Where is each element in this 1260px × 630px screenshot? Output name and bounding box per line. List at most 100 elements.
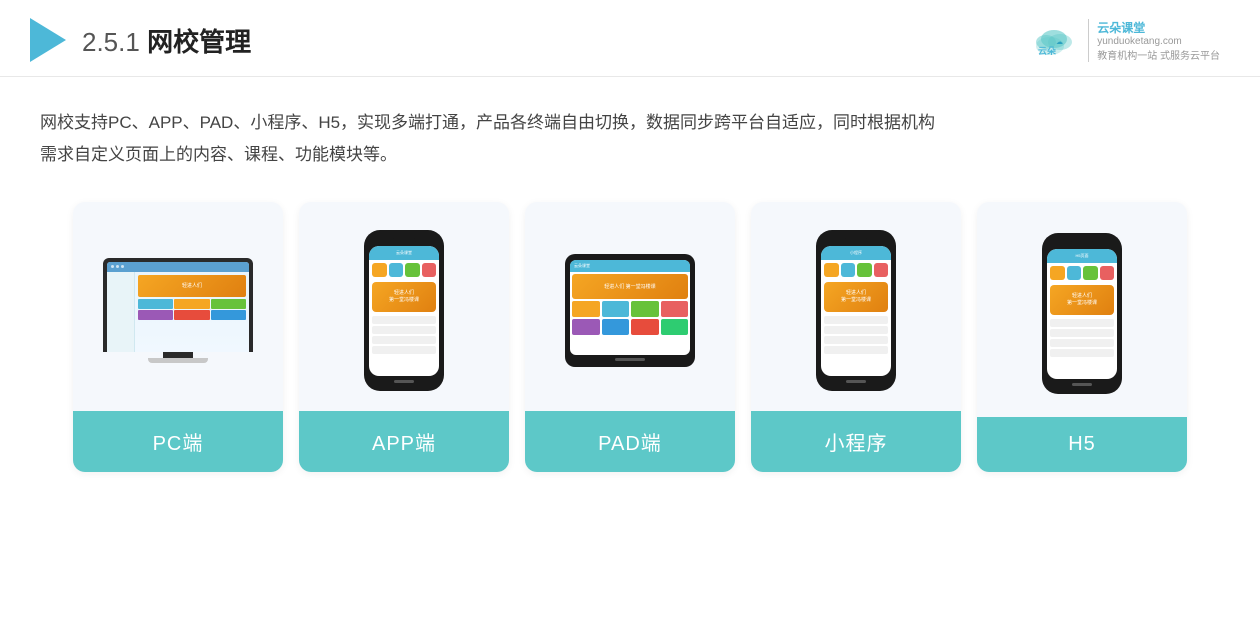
pc-grid [138,299,246,320]
pad-grid-item-8 [661,319,689,335]
app-phone-list [369,314,439,358]
h5-phone-list-item-2 [1050,329,1114,337]
mp-phone-list-item-2 [824,326,888,334]
app-card: 云朵课堂 轻进人们第一堂冯楼课 [299,202,509,472]
h5-phone-list-item-1 [1050,319,1114,327]
miniprogram-phone-screen-top-text: 小程序 [850,250,862,256]
pc-card-image: 轻进人们 [73,202,283,411]
pc-grid-item-6 [211,310,246,320]
h5-phone-banner-text: 轻进人们第一堂冯楼课 [1067,293,1097,307]
pad-grid-item-3 [631,301,659,317]
brand-domain: yunduoketang.com [1097,36,1220,47]
pc-card-label: PC端 [73,411,283,472]
mp-phone-list-item-3 [824,336,888,344]
description-line2: 需求自定义页面上的内容、课程、功能模块等。 [40,139,1220,171]
pad-banner-text: 轻进人们 第一堂冯楼课 [604,283,655,290]
pad-outer: 云朵课堂 轻进人们 第一堂冯楼课 [565,254,695,367]
h5-card: H5页面 轻进人们第一堂冯楼课 [977,202,1187,472]
h5-phone-home [1072,383,1092,386]
app-card-label: APP端 [299,411,509,472]
pc-stand [163,352,193,358]
pad-body: 轻进人们 第一堂冯楼课 [570,272,690,337]
mp-phone-icon-4 [874,263,889,277]
h5-phone-list-item-3 [1050,339,1114,347]
miniprogram-phone-banner-text: 轻进人们第一堂冯楼课 [841,290,871,304]
pad-home-bar [615,358,645,361]
description: 网校支持PC、APP、PAD、小程序、H5，实现多端打通，产品各终端自由切换，数… [40,107,1220,172]
mp-phone-icon-3 [857,263,872,277]
miniprogram-phone-banner: 轻进人们第一堂冯楼课 [824,282,888,312]
pad-screen-top: 云朵课堂 [570,260,690,272]
miniprogram-phone-screen: 小程序 轻进人们第一堂冯楼课 [821,246,891,376]
cards-row: 轻进人们 [40,202,1220,472]
miniprogram-card-image: 小程序 轻进人们第一堂冯楼课 [751,202,961,411]
app-phone-icon-2 [389,263,404,277]
pc-banner: 轻进人们 [138,275,246,297]
app-phone-banner-text: 轻进人们第一堂冯楼课 [389,290,419,304]
pc-grid-item-4 [138,310,173,320]
app-phone-screen: 云朵课堂 轻进人们第一堂冯楼课 [369,246,439,376]
h5-phone-screen-top: H5页面 [1047,249,1117,263]
app-phone-icons [369,260,439,280]
pad-grid-item-5 [572,319,600,335]
pad-grid-item-2 [602,301,630,317]
pad-mockup: 云朵课堂 轻进人们 第一堂冯楼课 [565,254,695,367]
pc-sidebar [107,272,135,352]
miniprogram-phone-mockup: 小程序 轻进人们第一堂冯楼课 [816,230,896,391]
page-title-number: 2.5.1 [82,27,140,57]
pc-base [148,358,208,363]
app-phone-list-item-4 [372,346,436,354]
miniprogram-phone-home [846,380,866,383]
pc-screen-inner: 轻进人们 [107,262,249,352]
pc-dot-1 [111,265,114,268]
brand-text-block: 云朵课堂 yunduoketang.com 教育机构一站 式服务云平台 [1088,19,1220,62]
app-phone-banner: 轻进人们第一堂冯楼课 [372,282,436,312]
h5-phone-icon-3 [1083,266,1098,280]
app-phone-list-item-1 [372,316,436,324]
brand-name: 云朵课堂 [1097,19,1220,36]
pc-grid-item-5 [174,310,209,320]
app-phone-outer: 云朵课堂 轻进人们第一堂冯楼课 [364,230,444,391]
app-phone-screen-top: 云朵课堂 [369,246,439,260]
h5-phone-outer: H5页面 轻进人们第一堂冯楼课 [1042,233,1122,394]
pad-screen-top-text: 云朵课堂 [574,263,590,269]
pad-card-image: 云朵课堂 轻进人们 第一堂冯楼课 [525,202,735,411]
pc-grid-item-3 [211,299,246,309]
pc-screen-outer: 轻进人们 [103,258,253,352]
logo-triangle-icon [30,18,66,62]
h5-phone-icon-4 [1100,266,1115,280]
pc-top-bar [107,262,249,272]
header-left: 2.5.1 网校管理 [30,18,251,62]
miniprogram-phone-notch [844,238,868,243]
app-phone-icon-4 [422,263,437,277]
pc-grid-item-1 [138,299,173,309]
miniprogram-phone-outer: 小程序 轻进人们第一堂冯楼课 [816,230,896,391]
app-phone-screen-top-text: 云朵课堂 [396,250,412,256]
app-phone-icon-1 [372,263,387,277]
cloud-icon: 云朵 ☁ [1028,22,1080,58]
main-content: 网校支持PC、APP、PAD、小程序、H5，实现多端打通，产品各终端自由切换，数… [0,77,1260,492]
h5-phone-icon-1 [1050,266,1065,280]
svg-text:云朵: 云朵 [1038,46,1057,56]
h5-phone-mockup: H5页面 轻进人们第一堂冯楼课 [1042,233,1122,394]
page-title: 2.5.1 网校管理 [82,22,251,59]
app-phone-mockup: 云朵课堂 轻进人们第一堂冯楼课 [364,230,444,391]
pad-card-label: PAD端 [525,411,735,472]
h5-phone-screen-top-text: H5页面 [1075,253,1088,259]
pad-grid [572,301,688,335]
header: 2.5.1 网校管理 云朵 ☁ 云朵课堂 yunduoketang.com 教育… [0,0,1260,77]
h5-phone-list [1047,317,1117,361]
pc-mockup: 轻进人们 [103,258,253,363]
h5-phone-list-item-4 [1050,349,1114,357]
h5-card-image: H5页面 轻进人们第一堂冯楼课 [977,202,1187,417]
pc-banner-text: 轻进人们 [182,282,202,289]
svg-text:☁: ☁ [1056,39,1063,46]
app-phone-list-item-2 [372,326,436,334]
miniprogram-card: 小程序 轻进人们第一堂冯楼课 [751,202,961,472]
pad-grid-item-6 [602,319,630,335]
pad-screen: 云朵课堂 轻进人们 第一堂冯楼课 [570,260,690,355]
mp-phone-icon-2 [841,263,856,277]
app-phone-notch [392,238,416,243]
miniprogram-card-label: 小程序 [751,411,961,472]
pc-dot-3 [121,265,124,268]
